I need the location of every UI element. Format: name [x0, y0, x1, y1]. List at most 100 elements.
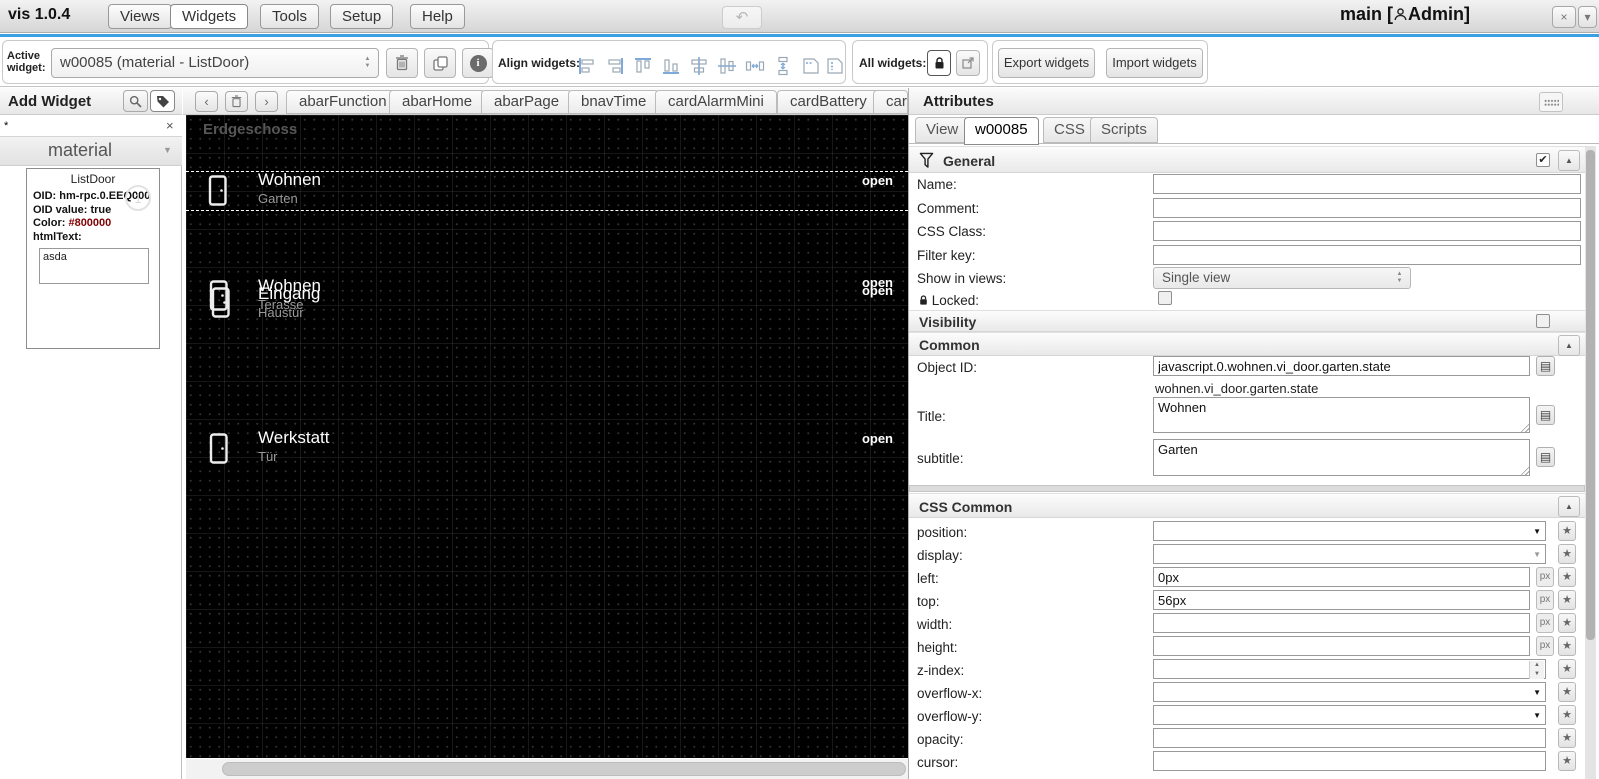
- height-input[interactable]: [1153, 636, 1530, 656]
- tab-view[interactable]: View: [915, 117, 970, 143]
- locked-checkbox[interactable]: [1158, 291, 1172, 305]
- delete-widget-button[interactable]: [386, 48, 418, 78]
- opacity-input[interactable]: [1153, 728, 1546, 748]
- display-default-button[interactable]: ★: [1558, 544, 1576, 564]
- section-visibility-header[interactable]: Visibility: [909, 310, 1585, 332]
- align-bottom-button[interactable]: [659, 54, 683, 78]
- object-id-input[interactable]: [1153, 356, 1530, 376]
- overflow-x-default-button[interactable]: ★: [1558, 682, 1576, 702]
- clone-widget-button[interactable]: [424, 48, 456, 78]
- spinner-arrows-icon[interactable]: ▲ ▼: [1529, 661, 1544, 679]
- align-right-button[interactable]: [603, 54, 627, 78]
- import-widgets-button[interactable]: Import widgets: [1106, 48, 1203, 78]
- width-default-button[interactable]: ★: [1558, 613, 1576, 633]
- panel-grip-button[interactable]: [1539, 92, 1563, 112]
- scrollbar-thumb[interactable]: [222, 762, 906, 776]
- left-input[interactable]: [1153, 567, 1530, 587]
- css-class-input[interactable]: [1153, 221, 1581, 241]
- canvas-widget-title[interactable]: Werkstatt: [258, 428, 329, 448]
- subtitle-select-button[interactable]: ▤: [1536, 447, 1555, 467]
- top-input[interactable]: [1153, 590, 1530, 610]
- tab-css[interactable]: CSS: [1043, 117, 1096, 143]
- menu-tab-help[interactable]: Help: [410, 4, 465, 29]
- view-tab-bnavtime[interactable]: bnavTime: [568, 90, 660, 114]
- width-input[interactable]: [1153, 613, 1530, 633]
- view-canvas[interactable]: Erdgeschoss Wohnen Garten open Wohnen Ei…: [186, 115, 908, 758]
- align-left-button[interactable]: [575, 54, 599, 78]
- canvas-horizontal-scrollbar[interactable]: [186, 759, 908, 779]
- close-window-button[interactable]: ×: [1552, 6, 1576, 28]
- distribute-horizontal-button[interactable]: [743, 54, 767, 78]
- display-select[interactable]: ▼: [1153, 544, 1546, 564]
- overflow-x-select[interactable]: ▼: [1153, 682, 1546, 702]
- overflow-y-select[interactable]: ▼: [1153, 705, 1546, 725]
- active-widget-select[interactable]: w00085 (material - ListDoor) ▲ ▼: [51, 48, 379, 78]
- overflow-y-default-button[interactable]: ★: [1558, 705, 1576, 725]
- tab-widget-w00085[interactable]: w00085: [964, 117, 1039, 145]
- view-tab-abarfunction[interactable]: abarFunction: [286, 90, 400, 114]
- views-trash-button[interactable]: [225, 91, 248, 112]
- section-common-header[interactable]: Common ▲: [909, 332, 1585, 356]
- view-tab-cardalarmmini[interactable]: cardAlarmMini: [655, 90, 777, 114]
- widget-preview-listdoor[interactable]: 1 ListDoor OID: hm-rpc.0.EEQ000 OID valu…: [26, 168, 160, 349]
- left-px-button[interactable]: px: [1536, 567, 1554, 587]
- distribute-vertical-button[interactable]: [771, 54, 795, 78]
- collapse-common-button[interactable]: ▲: [1558, 335, 1580, 356]
- undo-button[interactable]: ↶: [722, 6, 762, 29]
- show-all-widgets-button[interactable]: [956, 50, 980, 76]
- cursor-input[interactable]: [1153, 751, 1546, 771]
- menu-tab-tools[interactable]: Tools: [260, 4, 320, 29]
- view-tab-cardbattery[interactable]: cardBattery: [777, 90, 880, 114]
- palette-filter-button[interactable]: [150, 90, 175, 112]
- position-select[interactable]: ▼: [1153, 521, 1546, 541]
- palette-group-material[interactable]: material ▼: [0, 137, 182, 166]
- width-px-button[interactable]: px: [1536, 613, 1554, 633]
- attributes-vertical-scrollbar[interactable]: [1585, 146, 1596, 779]
- comment-input[interactable]: [1153, 198, 1581, 218]
- subtitle-textarea[interactable]: Garten: [1153, 439, 1530, 476]
- menu-tab-setup[interactable]: Setup: [330, 4, 394, 29]
- menu-tab-views[interactable]: Views: [108, 4, 172, 29]
- section-general-header[interactable]: General ✔ ▲: [909, 146, 1585, 173]
- left-default-button[interactable]: ★: [1558, 567, 1576, 587]
- section-css-common-header[interactable]: CSS Common ▲: [909, 493, 1585, 518]
- view-tab-abarpage[interactable]: abarPage: [481, 90, 573, 114]
- top-px-button[interactable]: px: [1536, 590, 1554, 610]
- export-widgets-button[interactable]: Export widgets: [998, 48, 1095, 78]
- lock-all-widgets-button[interactable]: [927, 50, 951, 76]
- opacity-default-button[interactable]: ★: [1558, 728, 1576, 748]
- widget-info-button[interactable]: i: [462, 48, 494, 78]
- name-input[interactable]: [1153, 174, 1581, 194]
- height-px-button[interactable]: px: [1536, 636, 1554, 656]
- z-index-default-button[interactable]: ★: [1558, 659, 1576, 679]
- match-height-button[interactable]: [823, 54, 847, 78]
- views-next-button[interactable]: ›: [255, 91, 278, 112]
- object-id-select-button[interactable]: ▤: [1536, 356, 1555, 376]
- z-index-input[interactable]: ▲ ▼: [1153, 659, 1546, 679]
- title-select-button[interactable]: ▤: [1536, 405, 1555, 425]
- tab-scripts[interactable]: Scripts: [1090, 117, 1158, 143]
- center-vertical-button[interactable]: [687, 54, 711, 78]
- view-tab-abarhome[interactable]: abarHome: [389, 90, 486, 114]
- collapse-general-button[interactable]: ▲: [1558, 150, 1580, 171]
- filter-key-input[interactable]: [1153, 245, 1581, 265]
- title-textarea[interactable]: Wohnen: [1153, 397, 1530, 433]
- general-enabled-checkbox[interactable]: ✔: [1536, 153, 1550, 167]
- palette-search-input[interactable]: [0, 115, 160, 136]
- scrollbar-thumb[interactable]: [1586, 150, 1595, 640]
- canvas-widget-title[interactable]: Wohnen: [258, 170, 321, 190]
- collapse-window-button[interactable]: ▾: [1578, 6, 1597, 28]
- visibility-enabled-checkbox[interactable]: [1536, 314, 1550, 328]
- collapse-css-common-button[interactable]: ▲: [1558, 496, 1580, 517]
- menu-tab-widgets[interactable]: Widgets: [170, 4, 249, 29]
- top-default-button[interactable]: ★: [1558, 590, 1576, 610]
- align-top-button[interactable]: [631, 54, 655, 78]
- center-horizontal-button[interactable]: [715, 54, 739, 78]
- match-width-button[interactable]: [799, 54, 823, 78]
- height-default-button[interactable]: ★: [1558, 636, 1576, 656]
- cursor-default-button[interactable]: ★: [1558, 751, 1576, 771]
- position-default-button[interactable]: ★: [1558, 521, 1576, 541]
- views-prev-button[interactable]: ‹: [195, 91, 218, 112]
- show-in-views-select[interactable]: Single view ▲ ▼: [1153, 267, 1411, 289]
- view-tab-clipped[interactable]: cardD: [873, 90, 908, 114]
